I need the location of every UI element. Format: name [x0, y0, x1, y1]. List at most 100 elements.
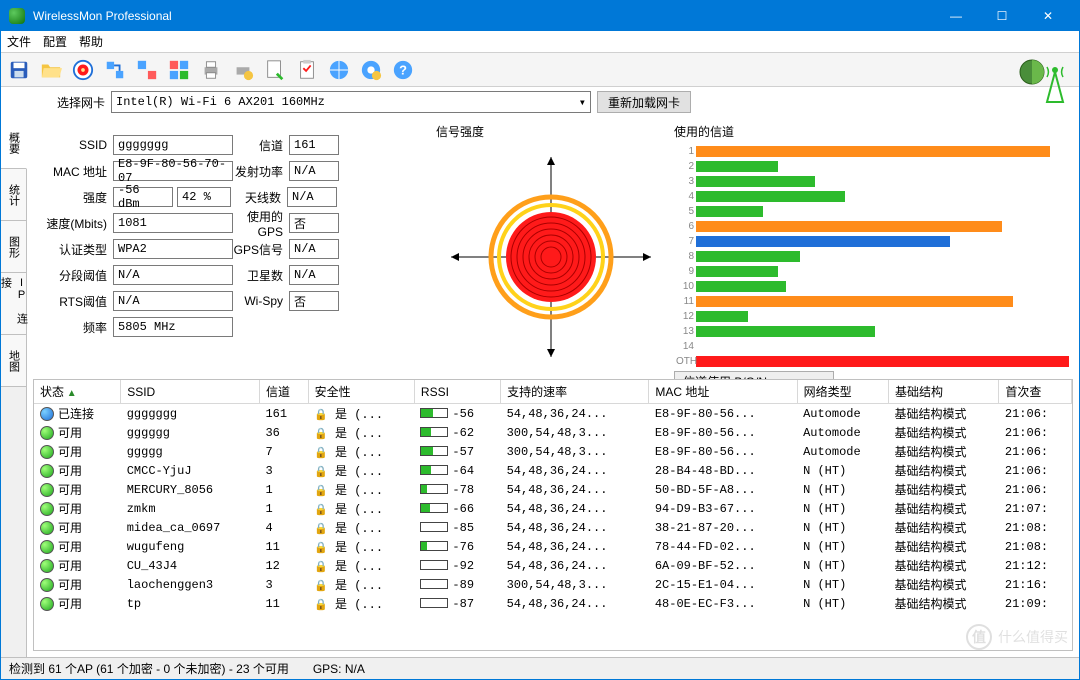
channel-number: 5	[676, 206, 694, 217]
status-dot-icon	[40, 483, 54, 497]
table-row[interactable]: 可用tp11🔒 是 (...-8754,48,36,24...48-0E-EC-…	[34, 594, 1072, 613]
table-row[interactable]: 可用gggggg36🔒 是 (...-62300,54,48,3...E8-9F…	[34, 423, 1072, 442]
channel-number: 1	[676, 146, 694, 157]
channel-number: 9	[676, 266, 694, 277]
col-header[interactable]: 信道	[259, 380, 308, 404]
folder-open-icon[interactable]	[37, 56, 65, 84]
status-text: 可用	[58, 481, 82, 498]
channel-bar-row: 12	[696, 309, 1069, 324]
channel-bar	[696, 356, 1069, 367]
ap-table-wrap[interactable]: 状态 ▲SSID信道安全性RSSI支持的速率MAC 地址网络类型基础结构首次查 …	[33, 379, 1073, 651]
auth-value[interactable]: WPA2	[113, 239, 233, 259]
status-text: 可用	[58, 538, 82, 555]
channel-bar-row: 13	[696, 324, 1069, 339]
globe-icon[interactable]	[325, 56, 353, 84]
status-text: 已连接	[58, 405, 94, 422]
refresh-icon[interactable]	[101, 56, 129, 84]
tab-map[interactable]: 地图	[1, 335, 26, 387]
col-header[interactable]: 基础结构	[889, 380, 999, 404]
tab-stats[interactable]: 统计	[1, 169, 26, 221]
minimize-button[interactable]: —	[933, 1, 979, 31]
upper-panels: SSIDggggggg信道161 MAC 地址E8-9F-80-56-70-07…	[27, 117, 1079, 379]
settings-icon[interactable]	[357, 56, 385, 84]
maximize-button[interactable]: ☐	[979, 1, 1025, 31]
clipboard-icon[interactable]	[293, 56, 321, 84]
lock-icon: 🔒	[314, 524, 328, 536]
app-window: WirelessMon Professional — ☐ ✕ 文件 配置 帮助 …	[0, 0, 1080, 680]
frag-label: 分段阈值	[37, 267, 113, 284]
help-icon[interactable]: ?	[389, 56, 417, 84]
col-header[interactable]: 网络类型	[797, 380, 888, 404]
col-header[interactable]: MAC 地址	[649, 380, 797, 404]
target-icon[interactable]	[69, 56, 97, 84]
col-header[interactable]: 首次查	[999, 380, 1072, 404]
status-dot-icon	[40, 426, 54, 440]
app-icon	[9, 8, 25, 24]
menu-file[interactable]: 文件	[7, 33, 31, 50]
channel-bar	[696, 176, 815, 187]
close-button[interactable]: ✕	[1025, 1, 1071, 31]
table-row[interactable]: 可用MERCURY_80561🔒 是 (...-7854,48,36,24...…	[34, 480, 1072, 499]
tab-ip[interactable]: IP 连接	[1, 273, 26, 335]
channel-number: 11	[676, 296, 694, 307]
grid-icon[interactable]	[165, 56, 193, 84]
signal-radar	[436, 141, 666, 372]
channel-bar	[696, 281, 786, 292]
txpower-value[interactable]: N/A	[289, 161, 339, 181]
table-row[interactable]: 可用ggggg7🔒 是 (...-57300,54,48,3...E8-9F-8…	[34, 442, 1072, 461]
wispy-value[interactable]: 否	[289, 291, 339, 311]
save-icon[interactable]	[5, 56, 33, 84]
nic-dropdown[interactable]: Intel(R) Wi-Fi 6 AX201 160MHz ▾	[111, 91, 591, 113]
sat-value[interactable]: N/A	[289, 265, 339, 285]
link-icon[interactable]	[133, 56, 161, 84]
export-icon[interactable]	[261, 56, 289, 84]
table-row[interactable]: 可用wugufeng11🔒 是 (...-7654,48,36,24...78-…	[34, 537, 1072, 556]
gpssignal-value[interactable]: N/A	[289, 239, 339, 259]
status-ap-count: 检测到 61 个AP (61 个加密 - 0 个未加密) - 23 个可用	[9, 660, 289, 677]
channel-bar	[696, 206, 763, 217]
ssid-value[interactable]: ggggggg	[113, 135, 233, 155]
gps-label: 使用的GPS	[233, 208, 289, 239]
channel-bar-row: 5	[696, 204, 1069, 219]
col-header[interactable]: SSID	[121, 380, 260, 404]
status-dot-icon	[40, 502, 54, 516]
menu-config[interactable]: 配置	[43, 33, 67, 50]
rts-value[interactable]: N/A	[113, 291, 233, 311]
status-dot-icon	[40, 407, 54, 421]
speed-value[interactable]: 1081	[113, 213, 233, 233]
table-row[interactable]: 可用laochenggen33🔒 是 (...-89300,54,48,3...…	[34, 575, 1072, 594]
strength-pct[interactable]: 42 %	[177, 187, 231, 207]
table-row[interactable]: 已连接ggggggg161🔒 是 (...-5654,48,36,24...E8…	[34, 404, 1072, 424]
col-header[interactable]: 支持的速率	[501, 380, 649, 404]
mac-value[interactable]: E8-9F-80-56-70-07	[113, 161, 233, 181]
tab-summary[interactable]: 概要	[1, 117, 27, 169]
table-row[interactable]: 可用CMCC-YjuJ3🔒 是 (...-6454,48,36,24...28-…	[34, 461, 1072, 480]
table-row[interactable]: 可用CU_43J412🔒 是 (...-9254,48,36,24...6A-0…	[34, 556, 1072, 575]
status-dot-icon	[40, 559, 54, 573]
gps-value[interactable]: 否	[289, 213, 339, 233]
table-row[interactable]: 可用midea_ca_06974🔒 是 (...-8554,48,36,24..…	[34, 518, 1072, 537]
channel-bar	[696, 146, 1050, 157]
strength-label: 强度	[37, 189, 113, 206]
table-row[interactable]: 可用zmkm1🔒 是 (...-6654,48,36,24...94-D9-B3…	[34, 499, 1072, 518]
lock-icon: 🔒	[314, 543, 328, 555]
antenna-value[interactable]: N/A	[287, 187, 337, 207]
col-header[interactable]: 安全性	[308, 380, 414, 404]
reload-nic-button[interactable]: 重新加载网卡	[597, 91, 691, 113]
freq-value[interactable]: 5805 MHz	[113, 317, 233, 337]
channel-number: 8	[676, 251, 694, 262]
tab-graph[interactable]: 图形	[1, 221, 26, 273]
print-icon[interactable]	[197, 56, 225, 84]
channel-value[interactable]: 161	[289, 135, 339, 155]
status-text: 可用	[58, 443, 82, 460]
chevron-down-icon: ▾	[579, 95, 586, 110]
frag-value[interactable]: N/A	[113, 265, 233, 285]
menu-help[interactable]: 帮助	[79, 33, 103, 50]
col-header[interactable]: 状态 ▲	[34, 380, 121, 404]
print-setup-icon[interactable]	[229, 56, 257, 84]
status-gps: GPS: N/A	[313, 662, 365, 676]
strength-value[interactable]: -56 dBm	[113, 187, 173, 207]
col-header[interactable]: RSSI	[414, 380, 500, 404]
channel-bar	[696, 236, 950, 247]
channel-bar	[696, 251, 800, 262]
